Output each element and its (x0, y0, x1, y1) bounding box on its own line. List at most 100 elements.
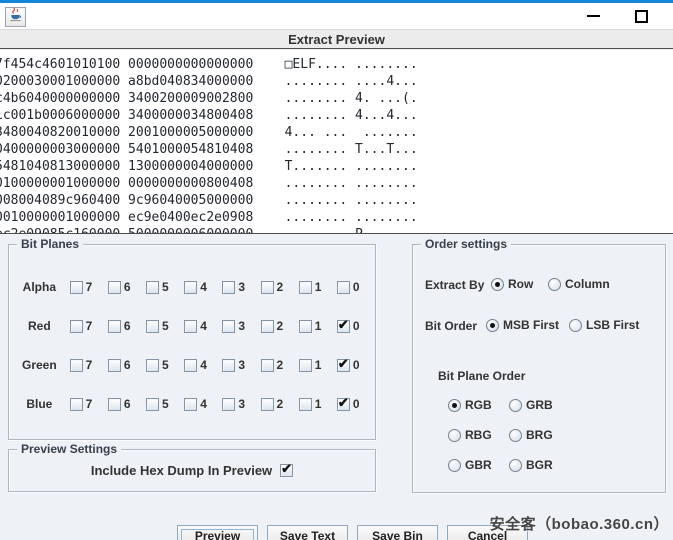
bit-label: 7 (86, 280, 93, 294)
bit-label: 4 (200, 280, 207, 294)
extract-by-label: Extract By (425, 278, 484, 292)
bit-label: 7 (86, 319, 93, 333)
bit-label: 5 (162, 358, 169, 372)
radio-extract-by-column[interactable]: Column (548, 277, 610, 291)
hex-line: 7f454c4601010100 0000000000000000 □ELF..… (0, 56, 673, 73)
radio-extract-by-row[interactable]: Row (491, 277, 533, 291)
checkbox-green-7[interactable] (70, 359, 83, 372)
hex-line: 5481040813000000 1300000004000000 T.....… (0, 158, 673, 175)
radio-label-bgr: BGR (526, 458, 553, 472)
checkbox-green-1[interactable] (299, 359, 312, 372)
bit-label: 3 (238, 319, 245, 333)
checkbox-green-6[interactable] (108, 359, 121, 372)
bit-label: 0 (353, 397, 360, 411)
checkbox-blue-1[interactable] (299, 398, 312, 411)
radio-icon-lsb-first (569, 319, 582, 332)
preview-settings-content: Include Hex Dump In Preview (9, 450, 375, 491)
radio-rbg[interactable]: RBG (448, 428, 492, 442)
checkbox-green-0[interactable] (337, 359, 350, 372)
bit-label: 1 (315, 397, 322, 411)
bit-label: 0 (353, 319, 360, 333)
hex-line: ec2e09085c160000 5000000006000000 ......… (0, 226, 673, 233)
bit-plane-row-red: Red 7 6 5 4 3 2 1 0 (9, 316, 375, 336)
hex-line: 1c001b0006000000 3400000034800408 ......… (0, 107, 673, 124)
checkbox-alpha-2[interactable] (261, 281, 274, 294)
checkbox-red-4[interactable] (184, 320, 197, 333)
bit-label: 1 (315, 319, 322, 333)
radio-grb[interactable]: GRB (509, 398, 553, 412)
checkbox-blue-2[interactable] (261, 398, 274, 411)
bit-label: 2 (277, 280, 284, 294)
checkbox-blue-4[interactable] (184, 398, 197, 411)
radio-label-rbg: RBG (465, 428, 492, 442)
channel-label-blue: Blue (9, 397, 70, 411)
hex-dump-preview[interactable]: 7f454c4601010100 0000000000000000 □ELF..… (0, 50, 673, 233)
checkbox-alpha-0[interactable] (337, 281, 350, 294)
preview-button[interactable]: Preview (177, 525, 258, 540)
checkbox-blue-0[interactable] (337, 398, 350, 411)
radio-gbr[interactable]: GBR (448, 458, 492, 472)
app-menu-button[interactable] (5, 7, 26, 27)
checkbox-red-6[interactable] (108, 320, 121, 333)
radio-rgb[interactable]: RGB (448, 398, 492, 412)
bit-label: 5 (162, 280, 169, 294)
checkbox-blue-6[interactable] (108, 398, 121, 411)
radio-label-row: Row (508, 277, 533, 291)
hex-line: c4b6040000000000 3400200009002800 ......… (0, 90, 673, 107)
checkbox-red-2[interactable] (261, 320, 274, 333)
radio-icon-rbg (448, 429, 461, 442)
hex-line: 0200030001000000 a8bd040834000000 ......… (0, 73, 673, 90)
controls-panel: Bit Planes Alpha 7 6 5 4 3 2 1 0 Red 7 6… (0, 233, 673, 540)
checkbox-green-2[interactable] (261, 359, 274, 372)
checkbox-green-4[interactable] (184, 359, 197, 372)
save-bin-button[interactable]: Save Bin (357, 525, 438, 540)
extract-by-row: Extract By (425, 278, 484, 292)
checkbox-alpha-6[interactable] (108, 281, 121, 294)
radio-lsb-first[interactable]: LSB First (569, 318, 639, 332)
minimize-button[interactable] (578, 3, 608, 29)
order-settings-group: Order settings Extract By Row Column Bit… (412, 244, 666, 493)
checkbox-alpha-5[interactable] (146, 281, 159, 294)
bit-plane-order-row: Bit Plane Order (438, 369, 525, 383)
checkbox-green-3[interactable] (222, 359, 235, 372)
checkbox-red-0[interactable] (337, 320, 350, 333)
radio-brg[interactable]: BRG (509, 428, 553, 442)
channel-label-alpha: Alpha (9, 280, 70, 294)
radio-msb-first[interactable]: MSB First (486, 318, 559, 332)
checkbox-alpha-7[interactable] (70, 281, 83, 294)
checkbox-blue-7[interactable] (70, 398, 83, 411)
radio-label-brg: BRG (526, 428, 553, 442)
checkbox-red-1[interactable] (299, 320, 312, 333)
checkbox-alpha-3[interactable] (222, 281, 235, 294)
checkbox-blue-3[interactable] (222, 398, 235, 411)
checkbox-alpha-4[interactable] (184, 281, 197, 294)
bit-plane-row-green: Green 7 6 5 4 3 2 1 0 (9, 355, 375, 375)
hex-line: 0100000001000000 0000000000800408 ......… (0, 175, 673, 192)
maximize-button[interactable] (626, 3, 656, 29)
checkbox-red-3[interactable] (222, 320, 235, 333)
bit-plane-row-blue: Blue 7 6 5 4 3 2 1 0 (9, 394, 375, 414)
bit-label: 6 (124, 397, 131, 411)
preview-settings-group: Preview Settings Include Hex Dump In Pre… (8, 449, 376, 492)
checkbox-red-5[interactable] (146, 320, 159, 333)
channel-label-green: Green (9, 358, 70, 372)
bit-label: 1 (315, 358, 322, 372)
checkbox-green-5[interactable] (146, 359, 159, 372)
radio-bgr[interactable]: BGR (509, 458, 553, 472)
bit-label: 7 (86, 397, 93, 411)
minimize-icon (587, 15, 600, 17)
checkbox-alpha-1[interactable] (299, 281, 312, 294)
radio-icon-grb (509, 399, 522, 412)
checkbox-red-7[interactable] (70, 320, 83, 333)
bit-planes-group: Bit Planes Alpha 7 6 5 4 3 2 1 0 Red 7 6… (8, 244, 376, 440)
radio-icon-row (491, 278, 504, 291)
radio-label-column: Column (565, 277, 610, 291)
radio-icon-rgb (448, 399, 461, 412)
checkbox-include-hex-dump[interactable] (280, 464, 293, 477)
bit-label: 5 (162, 397, 169, 411)
bit-order-row: Bit Order (425, 319, 477, 333)
bit-label: 3 (238, 358, 245, 372)
titlebar[interactable] (0, 3, 673, 29)
save-text-button[interactable]: Save Text (267, 525, 348, 540)
checkbox-blue-5[interactable] (146, 398, 159, 411)
